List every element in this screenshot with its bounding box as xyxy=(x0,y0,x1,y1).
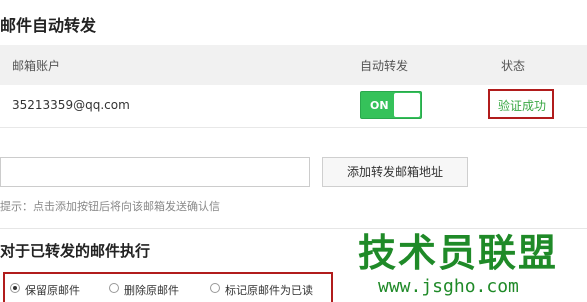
section-title: 邮件自动转发 xyxy=(0,16,97,35)
forwarded-mail-title: 对于已转发的邮件执行 xyxy=(0,242,151,260)
header-account: 邮箱账户 xyxy=(12,59,61,73)
table-header: 邮箱账户 自动转发 状态 xyxy=(0,45,587,85)
status-text: 验证成功 xyxy=(498,99,547,113)
option-delete[interactable]: 删除原邮件 xyxy=(109,282,179,298)
status-highlight: 验证成功 xyxy=(488,89,554,119)
radio-delete-icon[interactable] xyxy=(109,283,119,293)
toggle-label: ON xyxy=(370,99,389,112)
divider xyxy=(0,228,587,229)
forward-email-input[interactable] xyxy=(0,157,310,187)
watermark: 技术员联盟 www.jsgho.com xyxy=(358,232,587,302)
header-status: 状态 xyxy=(501,59,526,73)
watermark-url: www.jsgho.com xyxy=(378,276,519,297)
row-email: 35213359@qq.com xyxy=(12,98,130,112)
option-mark-read[interactable]: 标记原邮件为已读 xyxy=(210,282,313,298)
option-keep[interactable]: 保留原邮件 xyxy=(10,282,80,298)
option-delete-label: 删除原邮件 xyxy=(124,284,179,297)
header-forward: 自动转发 xyxy=(360,59,409,73)
radio-keep-icon[interactable] xyxy=(10,283,20,293)
option-keep-label: 保留原邮件 xyxy=(25,284,80,297)
add-forward-button[interactable]: 添加转发邮箱地址 xyxy=(322,157,468,187)
hint-text: 提示：点击添加按钮后将向该邮箱发送确认信 xyxy=(0,200,220,213)
option-mark-read-label: 标记原邮件为已读 xyxy=(225,284,313,297)
toggle-knob xyxy=(394,93,420,117)
options-highlight: 保留原邮件 删除原邮件 标记原邮件为已读 xyxy=(3,272,333,302)
forward-toggle[interactable]: ON xyxy=(360,91,422,119)
table-row: 35213359@qq.com ON 验证成功 xyxy=(0,85,587,128)
radio-mark-read-icon[interactable] xyxy=(210,283,220,293)
watermark-title: 技术员联盟 xyxy=(358,231,559,275)
